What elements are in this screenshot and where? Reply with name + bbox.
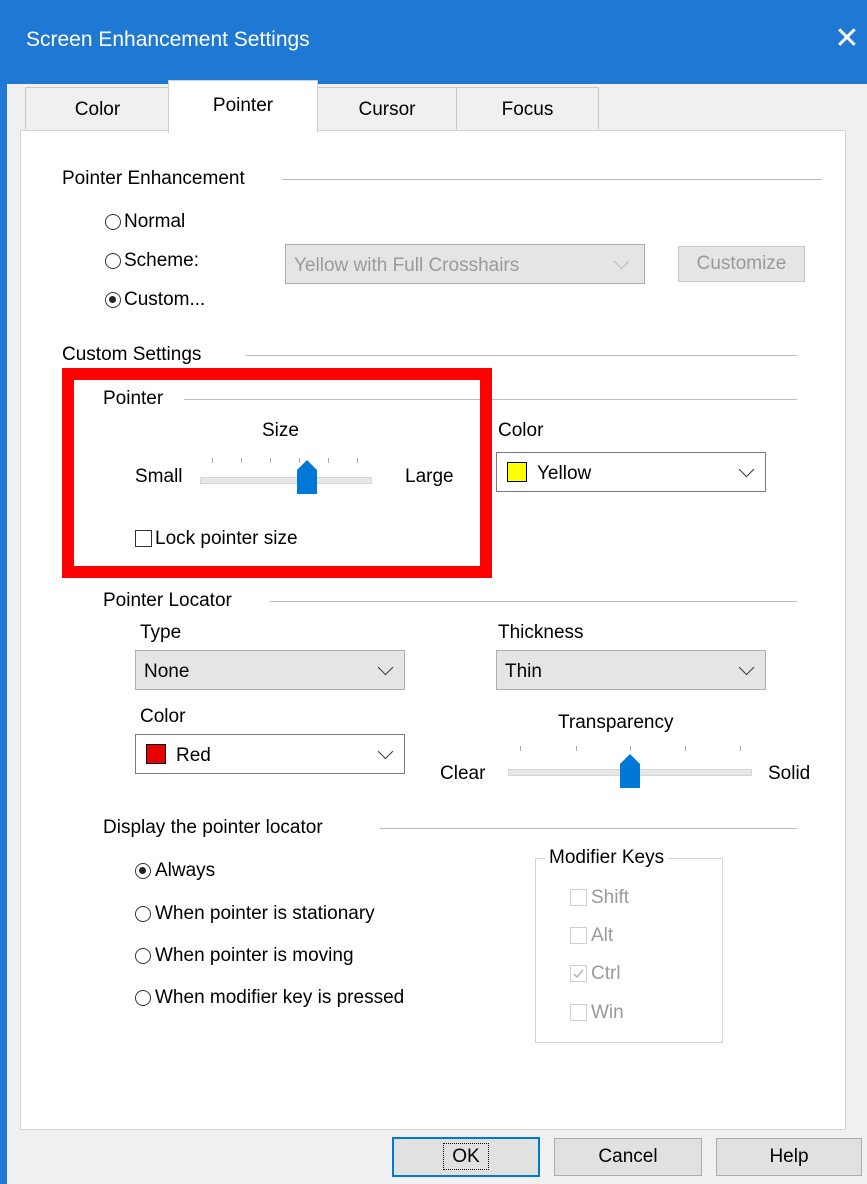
radio-moving-label: When pointer is moving <box>155 945 354 966</box>
slider-tick <box>576 746 577 751</box>
divider <box>380 828 797 829</box>
color-swatch <box>146 744 166 764</box>
check-icon <box>573 969 584 979</box>
radio-normal[interactable] <box>105 214 121 230</box>
solid-label: Solid <box>768 763 811 784</box>
chevron-down-icon <box>377 659 394 676</box>
clear-label: Clear <box>440 763 486 784</box>
win-label: Win <box>591 1002 624 1023</box>
radio-stationary[interactable] <box>135 906 151 922</box>
divider <box>282 179 822 180</box>
type-label: Type <box>140 622 182 643</box>
pointer-enhancement-heading: Pointer Enhancement <box>62 168 245 189</box>
modifier-keys-group <box>535 858 723 1043</box>
ctrl-label: Ctrl <box>591 963 621 984</box>
scheme-value: Yellow with Full Crosshairs <box>294 255 520 276</box>
radio-always[interactable] <box>135 863 151 879</box>
pointer-color-dropdown[interactable]: Yellow <box>496 452 766 492</box>
pointer-locator-heading: Pointer Locator <box>103 590 232 611</box>
cancel-button[interactable]: Cancel <box>554 1138 702 1176</box>
alt-checkbox[interactable] <box>570 927 587 944</box>
alt-label: Alt <box>591 925 614 946</box>
type-dropdown[interactable]: None <box>135 650 405 690</box>
radio-modifier-label: When modifier key is pressed <box>155 987 405 1008</box>
modifier-keys-heading: Modifier Keys <box>545 847 669 869</box>
radio-modifier[interactable] <box>135 990 151 1006</box>
radio-custom-label: Custom... <box>124 289 206 310</box>
divider <box>270 601 797 602</box>
win-checkbox[interactable] <box>570 1004 587 1021</box>
thickness-dropdown[interactable]: Thin <box>496 650 766 690</box>
scheme-dropdown[interactable]: Yellow with Full Crosshairs <box>285 244 645 284</box>
pointer-color-value: Yellow <box>537 463 592 484</box>
chevron-down-icon <box>738 461 755 478</box>
pointer-color-label: Color <box>498 420 544 441</box>
help-button[interactable]: Help <box>716 1138 862 1176</box>
slider-tick <box>630 746 631 751</box>
locator-color-label: Color <box>140 706 186 727</box>
ctrl-checkbox[interactable] <box>570 965 587 982</box>
chevron-down-icon <box>377 743 394 760</box>
chevron-down-icon <box>738 659 755 676</box>
radio-scheme[interactable] <box>105 253 121 269</box>
radio-normal-label: Normal <box>124 211 186 232</box>
shift-label: Shift <box>591 887 630 908</box>
radio-custom[interactable] <box>105 292 121 308</box>
transparency-slider[interactable] <box>508 740 752 794</box>
radio-always-label: Always <box>155 860 216 881</box>
thickness-label: Thickness <box>498 622 584 643</box>
thickness-value: Thin <box>505 661 542 682</box>
locator-color-value: Red <box>176 745 211 766</box>
locator-color-dropdown[interactable]: Red <box>135 734 405 774</box>
radio-scheme-label: Scheme: <box>124 250 199 271</box>
transparency-label: Transparency <box>558 712 674 733</box>
divider <box>245 355 797 356</box>
type-value: None <box>144 661 190 682</box>
radio-moving[interactable] <box>135 948 151 964</box>
slider-tick <box>740 746 741 751</box>
shift-checkbox[interactable] <box>570 889 587 906</box>
ok-label: OK <box>443 1143 489 1170</box>
slider-thumb[interactable] <box>620 754 640 788</box>
color-swatch <box>507 462 527 482</box>
slider-tick <box>520 746 521 751</box>
radio-stationary-label: When pointer is stationary <box>155 903 375 924</box>
slider-tick <box>685 746 686 751</box>
chevron-down-icon <box>613 253 630 270</box>
highlight-box <box>62 368 492 578</box>
display-locator-heading: Display the pointer locator <box>103 817 323 838</box>
custom-settings-heading: Custom Settings <box>62 344 202 365</box>
customize-button[interactable]: Customize <box>678 246 805 282</box>
ok-button[interactable]: OK <box>392 1137 540 1177</box>
